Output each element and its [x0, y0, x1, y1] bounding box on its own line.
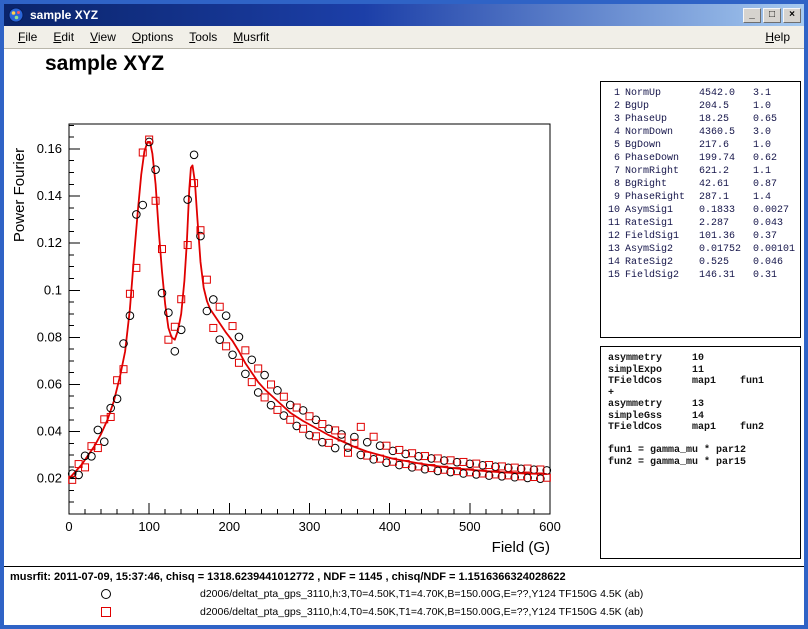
- svg-text:0.02: 0.02: [37, 471, 62, 486]
- svg-text:Power Fourier: Power Fourier: [11, 148, 28, 242]
- param-row: 12FieldSig1101.360.37: [608, 230, 800, 243]
- square-marker-icon: [101, 607, 111, 617]
- window-title: sample XYZ: [30, 8, 98, 22]
- param-row: 11RateSig12.2870.043: [608, 217, 800, 230]
- menu-help[interactable]: Help: [757, 28, 798, 46]
- svg-text:500: 500: [459, 519, 481, 534]
- status-line: musrfit: 2011-07-09, 15:37:46, chisq = 1…: [10, 571, 566, 583]
- param-row: 8BgRight42.610.87: [608, 178, 800, 191]
- svg-text:0: 0: [65, 519, 72, 534]
- menu-options[interactable]: Options: [124, 28, 181, 46]
- param-row: 6PhaseDown199.740.62: [608, 152, 800, 165]
- param-row: 13AsymSig20.017520.00101: [608, 243, 800, 256]
- app-window: sample XYZ _ □ × File Edit View Options …: [0, 0, 808, 629]
- window-controls: _ □ ×: [743, 8, 801, 23]
- canvas-area[interactable]: sample XYZ 0 100 200 300 400 500 600 0.02 0.04 0.…: [4, 49, 804, 626]
- svg-text:200: 200: [218, 519, 240, 534]
- svg-text:0.04: 0.04: [37, 424, 62, 439]
- svg-text:0.12: 0.12: [37, 235, 62, 250]
- menu-edit[interactable]: Edit: [45, 28, 82, 46]
- title-bar[interactable]: sample XYZ _ □ ×: [4, 4, 804, 26]
- svg-text:0.08: 0.08: [37, 329, 62, 344]
- plot-title: sample XYZ: [45, 52, 164, 76]
- svg-text:0.14: 0.14: [37, 188, 62, 203]
- theory-text: asymmetry 10 simplExpo 11 TFieldCos map1…: [608, 353, 800, 468]
- minimize-button[interactable]: _: [743, 8, 761, 23]
- legend: d2006/deltat_pta_gps_3110,h:3,T0=4.50K,T…: [4, 585, 804, 625]
- close-button[interactable]: ×: [783, 8, 801, 23]
- param-row: 15FieldSig2146.310.31: [608, 269, 800, 282]
- param-row: 9PhaseRight287.11.4: [608, 191, 800, 204]
- param-row: 14RateSig20.5250.046: [608, 256, 800, 269]
- circle-marker-icon: [101, 589, 111, 599]
- plot-canvas[interactable]: 0 100 200 300 400 500 600 0.02 0.04 0.06 0.08 0.1 0.…: [4, 99, 600, 559]
- legend-label: d2006/deltat_pta_gps_3110,h:3,T0=4.50K,T…: [200, 588, 643, 600]
- svg-text:0.16: 0.16: [37, 141, 62, 156]
- param-row: 5BgDown217.61.0: [608, 139, 800, 152]
- svg-text:400: 400: [379, 519, 401, 534]
- param-row: 2BgUp204.51.0: [608, 100, 800, 113]
- param-row: 10AsymSig10.18330.0027: [608, 204, 800, 217]
- maximize-button[interactable]: □: [763, 8, 781, 23]
- svg-text:0.06: 0.06: [37, 376, 62, 391]
- svg-text:600: 600: [539, 519, 561, 534]
- legend-entry: d2006/deltat_pta_gps_3110,h:4,T0=4.50K,T…: [4, 603, 804, 621]
- theory-box[interactable]: asymmetry 10 simplExpo 11 TFieldCos map1…: [600, 346, 801, 559]
- separator-line: [4, 566, 804, 567]
- menu-file[interactable]: File: [10, 28, 45, 46]
- svg-text:0.1: 0.1: [44, 282, 62, 297]
- param-row: 1NormUp4542.03.1: [608, 87, 800, 100]
- legend-entry: d2006/deltat_pta_gps_3110,h:3,T0=4.50K,T…: [4, 585, 804, 603]
- menu-view[interactable]: View: [82, 28, 124, 46]
- menu-tools[interactable]: Tools: [181, 28, 225, 46]
- param-rows: 1NormUp4542.03.12BgUp204.51.03PhaseUp18.…: [608, 87, 800, 282]
- app-icon: [8, 7, 24, 23]
- param-row: 4NormDown4360.53.0: [608, 126, 800, 139]
- menu-bar: File Edit View Options Tools Musrfit Hel…: [4, 26, 804, 49]
- svg-text:100: 100: [138, 519, 160, 534]
- legend-label: d2006/deltat_pta_gps_3110,h:4,T0=4.50K,T…: [200, 606, 643, 618]
- param-row: 3PhaseUp18.250.65: [608, 113, 800, 126]
- svg-text:300: 300: [299, 519, 321, 534]
- svg-text:Field (G): Field (G): [492, 539, 550, 556]
- parameter-box[interactable]: 1NormUp4542.03.12BgUp204.51.03PhaseUp18.…: [600, 81, 801, 338]
- menu-musrfit[interactable]: Musrfit: [225, 28, 277, 46]
- param-row: 7NormRight621.21.1: [608, 165, 800, 178]
